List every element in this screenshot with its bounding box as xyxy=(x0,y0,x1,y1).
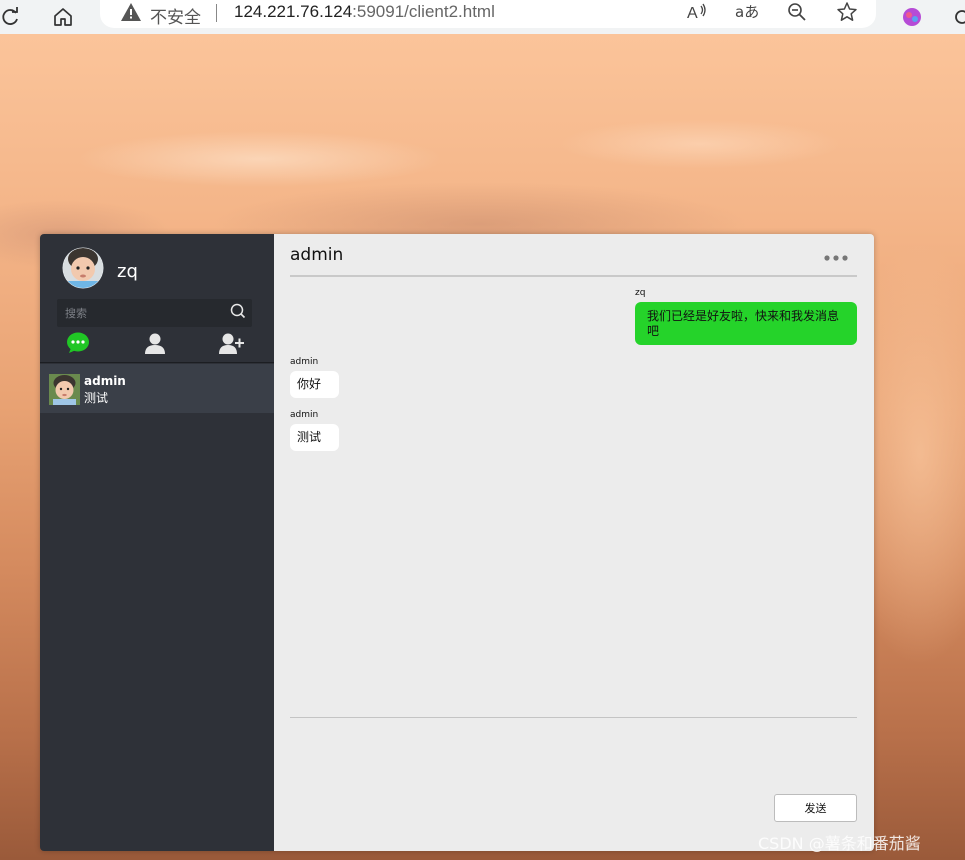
search-input[interactable] xyxy=(57,299,224,327)
message-sender: admin xyxy=(290,410,319,420)
tab-contacts[interactable] xyxy=(142,333,168,357)
chat-panel: admin zq 我们已经是好友啦，快来和我发消息吧 admin 你好 admi… xyxy=(274,234,874,851)
add-user-icon xyxy=(219,332,245,358)
message-bubble-theirs: 测试 xyxy=(290,424,339,451)
browser-toolbar: 不安全 124.221.76.124:59091/client2.html A … xyxy=(0,0,965,34)
favorite-star-icon[interactable] xyxy=(835,0,859,24)
zoom-out-icon[interactable] xyxy=(786,0,808,24)
reload-icon[interactable] xyxy=(0,0,22,34)
more-options-button[interactable] xyxy=(823,248,849,264)
sidebar-divider xyxy=(40,362,274,363)
url-text[interactable]: 124.221.76.124:59091/client2.html xyxy=(234,2,495,22)
tab-add-friend[interactable] xyxy=(219,333,245,357)
home-icon[interactable] xyxy=(50,0,76,34)
chat-bubble-icon xyxy=(66,332,90,358)
chat-header-divider xyxy=(290,275,857,277)
message-sender: zq xyxy=(635,288,646,298)
tab-chats[interactable] xyxy=(65,332,91,358)
message-sender: admin xyxy=(290,357,319,367)
message-input[interactable] xyxy=(290,724,861,794)
input-divider xyxy=(290,717,857,718)
svg-text:aあ: aあ xyxy=(735,3,759,21)
search-button[interactable] xyxy=(224,299,252,327)
svg-text:A: A xyxy=(687,5,698,22)
settings-icon[interactable] xyxy=(952,0,965,34)
user-avatar[interactable] xyxy=(62,247,104,289)
user-name: zq xyxy=(117,261,138,282)
message-bubble-theirs: 你好 xyxy=(290,371,339,398)
user-icon xyxy=(144,332,166,358)
chat-title: admin xyxy=(290,245,344,265)
sidebar: zq 搜索 admin 测试 xyxy=(40,234,274,851)
message-bubble-mine: 我们已经是好友啦，快来和我发消息吧 xyxy=(635,302,857,345)
address-bar[interactable]: 不安全 124.221.76.124:59091/client2.html A … xyxy=(100,0,876,28)
contact-item-admin[interactable]: admin 测试 xyxy=(40,364,274,413)
translate-icon[interactable]: aあ xyxy=(734,0,760,24)
contact-preview: 测试 xyxy=(84,391,109,405)
search-icon xyxy=(230,303,246,323)
security-label[interactable]: 不安全 xyxy=(150,3,201,28)
address-separator xyxy=(216,4,217,22)
contact-name: admin xyxy=(84,374,126,388)
contact-avatar xyxy=(49,374,80,405)
more-dots-icon xyxy=(824,247,848,266)
watermark: CSDN @薯条和番茄酱 xyxy=(758,834,921,853)
extension-icon[interactable] xyxy=(900,0,924,34)
send-button[interactable]: 发送 xyxy=(774,794,857,822)
read-aloud-icon[interactable]: A xyxy=(685,0,709,24)
chat-app-window: zq 搜索 admin 测试 admin zq 我们已经是好友啦，快来和我发消息… xyxy=(40,234,874,851)
warning-icon[interactable] xyxy=(120,2,142,26)
